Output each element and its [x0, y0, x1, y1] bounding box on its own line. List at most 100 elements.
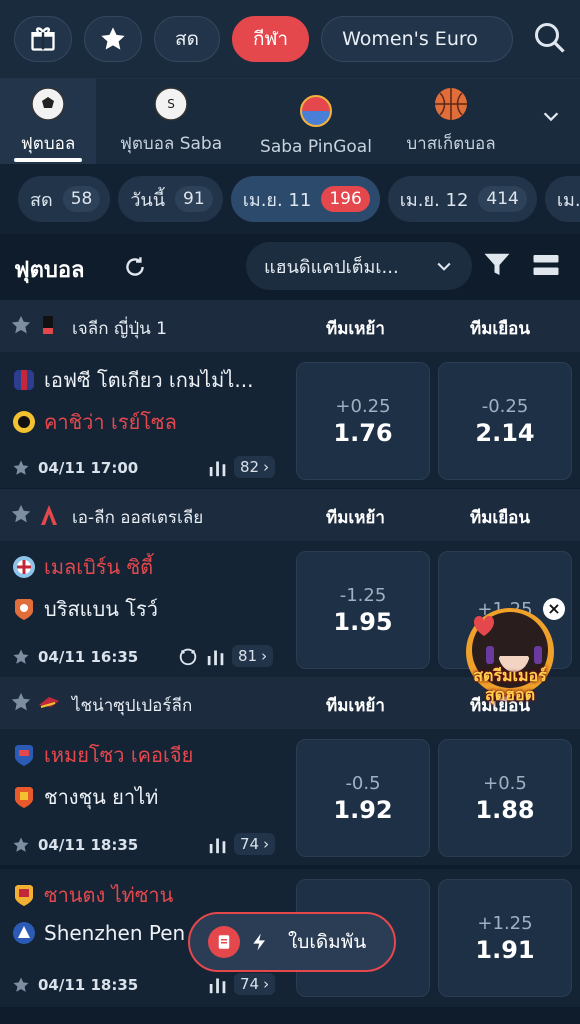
sport-tab-saba-pingoal[interactable]: Saba PinGoal [246, 79, 386, 165]
top-bar: สด กีฬา Women's Euro [0, 0, 580, 78]
sport-tab-basketball[interactable]: บาสเก็ตบอล [386, 79, 516, 165]
active-tab-indicator [14, 158, 82, 162]
league-header[interactable]: เอ-ลีก ออสเตรเลีย ทีมเหย้า ทีมเยือน [0, 489, 580, 541]
odds-price: 1.92 [333, 795, 393, 824]
team-logo-icon [15, 745, 33, 766]
sport-tab-label: ฟุตบอล [20, 134, 76, 154]
match-time: 04/11 17:00 [12, 459, 138, 477]
date-chip-today[interactable]: วันนี้ 91 [118, 176, 223, 222]
live-tab[interactable]: สด [154, 16, 220, 62]
odds-home[interactable]: -0.5 1.92 [296, 739, 430, 857]
league-name: เอ-ลีก ออสเตรเลีย [72, 508, 204, 528]
filter-icon[interactable] [482, 250, 512, 280]
chevron-down-icon[interactable] [540, 105, 562, 127]
sport-tab-football[interactable]: ฟุตบอล [0, 79, 96, 165]
star-icon[interactable] [12, 648, 30, 666]
count-value: 74 [240, 835, 260, 853]
sport-tabs: ฟุตบอล S ฟุตบอล Saba Saba PinGoal บาสเก็… [0, 78, 580, 165]
sports-tab[interactable]: กีฬา [231, 16, 310, 62]
stats-group[interactable]: 82 › [206, 456, 276, 478]
streamer-label-line2: สุดฮอต [485, 685, 535, 704]
handicap: -0.25 [481, 395, 529, 417]
chip-label: เม.ย. 11 [242, 189, 312, 211]
home-header: ทีมเหย้า [326, 508, 385, 528]
star-icon[interactable] [10, 503, 32, 525]
handicap: +0.5 [483, 772, 527, 794]
league-name: เจลีก ญี่ปุ่น 1 [72, 319, 168, 339]
odds-home[interactable]: -1.25 1.95 [296, 551, 430, 669]
star-icon[interactable] [12, 976, 30, 994]
match-card[interactable]: เอฟซี โตเกียว เกมไม่ไ... คาชิว่า เรย์โซล… [0, 352, 580, 488]
market-count: 74 › [234, 833, 276, 855]
match-time: 04/11 18:35 [12, 836, 138, 854]
star-icon[interactable] [10, 314, 32, 336]
date-filter: สด 58 วันนี้ 91 เม.ย. 11 196 เม.ย. 12 414 เม… [0, 164, 580, 234]
away-header: ทีมเยือน [470, 508, 531, 528]
kickoff-time: 04/11 17:00 [38, 459, 139, 477]
sport-tab-label: ฟุตบอล Saba [119, 134, 223, 154]
chip-label: สด [30, 189, 53, 211]
date-chip-apr11[interactable]: เม.ย. 11 196 [230, 176, 380, 222]
bar-chart-icon [209, 461, 226, 477]
gift-button[interactable] [14, 16, 72, 62]
refresh-icon[interactable] [122, 254, 148, 280]
betslip-button[interactable]: ใบเดิมพัน [188, 912, 396, 972]
odds-home[interactable]: +0.25 1.76 [296, 362, 430, 480]
pingoal-icon [300, 95, 332, 127]
market-dropdown[interactable]: แฮนดิแคปเต็มเ... [246, 242, 472, 290]
star-icon[interactable] [12, 459, 30, 477]
kickoff-time: 04/11 16:35 [38, 648, 139, 666]
match-card[interactable]: เหมยโซว เคอเจีย ชางชุน ยาไท่ 04/11 18:35… [0, 729, 580, 865]
team-logo-icon [14, 370, 34, 390]
favorites-button[interactable] [84, 16, 142, 62]
list-layout-icon[interactable] [530, 250, 562, 280]
search-icon[interactable] [532, 20, 568, 56]
team-logo-icon [15, 599, 33, 620]
chip-label: เม.ย. 13 [556, 189, 580, 211]
team-name: ซานตง ไท่ซาน [44, 883, 174, 907]
team-logo-icon [13, 556, 35, 578]
star-icon [101, 27, 125, 50]
date-chip-apr13[interactable]: เม.ย. 132 [544, 176, 580, 222]
kickoff-time: 04/11 18:35 [38, 836, 139, 854]
stats-group[interactable]: 74 › [206, 833, 276, 855]
date-chip-live[interactable]: สด 58 [18, 176, 111, 222]
handicap: -1.25 [339, 584, 387, 606]
match-time: 04/11 16:35 [12, 648, 138, 666]
team-name: เอฟซี โตเกียว เกมไม่ไ... [44, 368, 254, 392]
stats-group[interactable]: 81 › [176, 645, 274, 667]
gift-icon [31, 27, 55, 51]
home-team: เอฟซี โตเกียว เกมไม่ไ... [12, 364, 253, 396]
away-team: คาชิว่า เรย์โซล [12, 406, 177, 438]
sport-tab-saba-football[interactable]: S ฟุตบอล Saba [96, 79, 246, 165]
lightning-icon [253, 933, 265, 951]
away-header: ทีมเยือน [470, 319, 531, 339]
home-team: ซานตง ไท่ซาน [12, 879, 173, 911]
odds-away[interactable]: +0.5 1.88 [438, 739, 572, 857]
bar-chart-icon [209, 978, 226, 994]
market-count: 82 › [234, 456, 276, 478]
stats-group[interactable]: 74 › [206, 973, 276, 995]
soccer-ball-icon [31, 87, 65, 121]
saba-ball-icon: S [154, 87, 188, 121]
team-logo-icon [15, 885, 33, 906]
close-icon[interactable]: × [543, 598, 565, 620]
bar-chart-icon [207, 650, 224, 666]
handicap: +0.25 [335, 395, 391, 417]
odds-away[interactable]: -0.25 2.14 [438, 362, 572, 480]
section-header: ฟุตบอล แฮนดิแคปเต็มเ... [0, 234, 580, 298]
market-count: 74 › [234, 973, 276, 995]
dropdown-value: แฮนดิแคปเต็มเ... [264, 256, 399, 278]
league-name: ไชน่าซุปเปอร์ลีก [72, 696, 193, 716]
odds-price: 2.14 [475, 418, 535, 447]
league-header[interactable]: เจลีก ญี่ปุ่น 1 ทีมเหย้า ทีมเยือน [0, 300, 580, 352]
team-logo-icon [13, 411, 35, 433]
odds-away[interactable]: +1.25 1.91 [438, 879, 572, 997]
betslip-label: ใบเดิมพัน [288, 931, 367, 953]
sport-tab-label: Saba PinGoal [260, 137, 372, 157]
away-team: ชางชุน ยาไท่ [12, 781, 158, 813]
womens-euro-tab[interactable]: Women's Euro [321, 16, 514, 62]
star-icon[interactable] [12, 836, 30, 854]
star-icon[interactable] [10, 691, 32, 713]
date-chip-apr12[interactable]: เม.ย. 12 414 [387, 176, 537, 222]
